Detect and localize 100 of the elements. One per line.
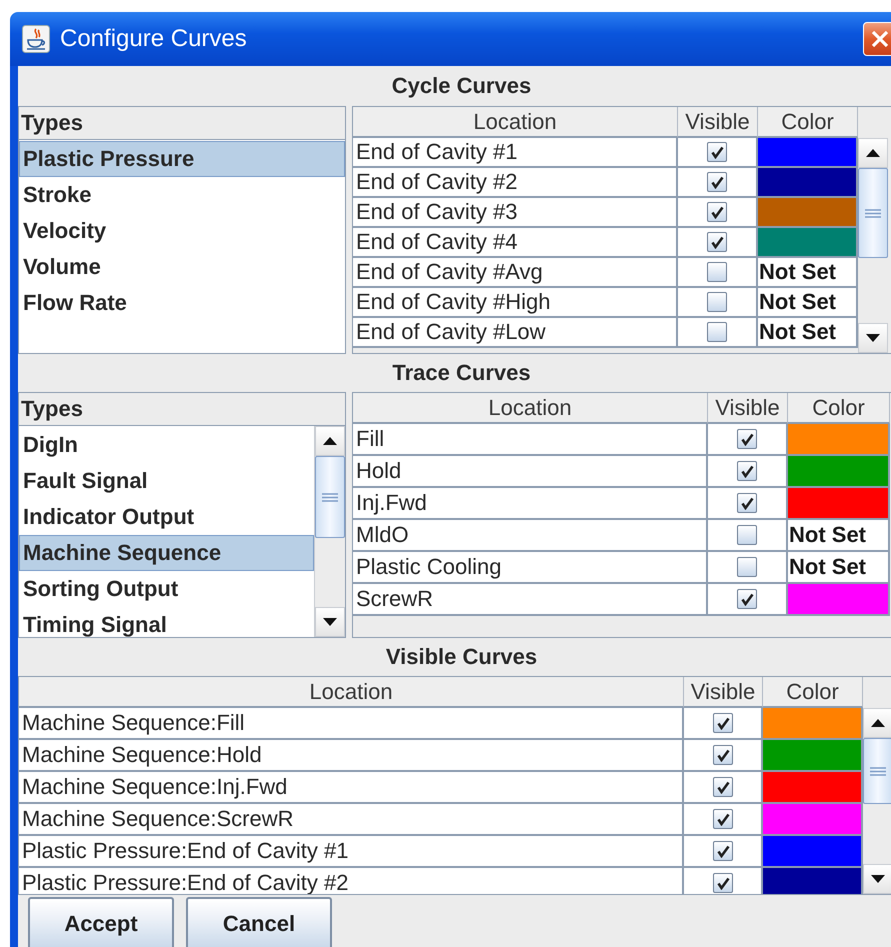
list-item[interactable]: Flow Rate [19, 285, 345, 321]
table-cell: End of Cavity #4 [353, 228, 678, 258]
scroll-down-button[interactable] [858, 323, 888, 353]
table-cell[interactable]: Not Set [758, 288, 858, 318]
color-swatch[interactable] [788, 456, 888, 486]
color-swatch[interactable] [763, 740, 861, 770]
checkbox[interactable] [707, 262, 727, 282]
check-icon [710, 205, 724, 219]
table-cell: Fill [353, 424, 708, 456]
color-swatch[interactable] [788, 488, 888, 518]
table-cell: Machine Sequence:Fill [19, 708, 684, 740]
check-icon [716, 812, 730, 826]
checkbox[interactable] [707, 232, 727, 252]
app-icon [22, 25, 50, 53]
column-header[interactable]: Color [758, 107, 858, 138]
check-icon [716, 780, 730, 794]
check-icon [716, 748, 730, 762]
table-cell: Machine Sequence:Inj.Fwd [19, 772, 684, 804]
checkbox[interactable] [712, 713, 732, 733]
list-item[interactable]: Volume [19, 249, 345, 285]
scroll-down-button[interactable] [863, 864, 891, 894]
table-cell[interactable]: Not Set [758, 258, 858, 288]
down-arrow-icon [323, 618, 337, 626]
checkbox[interactable] [707, 292, 727, 312]
scroll-up-button[interactable] [315, 426, 345, 456]
section-title: Trace Curves [392, 360, 531, 386]
down-arrow-icon [871, 875, 885, 883]
check-icon [740, 496, 754, 510]
checkbox[interactable] [707, 202, 727, 222]
table-cell[interactable]: Not Set [788, 552, 890, 584]
color-swatch[interactable] [788, 584, 888, 614]
table-cell: Inj.Fwd [353, 488, 708, 520]
list-item[interactable]: Machine Sequence [19, 535, 314, 571]
dialog-button[interactable]: Cancel [186, 897, 332, 947]
scroll-thumb[interactable] [315, 456, 345, 538]
color-swatch[interactable] [758, 168, 856, 196]
check-icon [716, 876, 730, 890]
list-item[interactable]: Stroke [19, 177, 345, 213]
list-item[interactable]: Plastic Pressure [19, 141, 345, 177]
checkbox[interactable] [737, 557, 757, 577]
section-title: Visible Curves [386, 644, 538, 670]
table-cell: End of Cavity #High [353, 288, 678, 318]
table-cell[interactable]: Not Set [788, 520, 890, 552]
check-icon [710, 235, 724, 249]
color-swatch[interactable] [763, 772, 861, 802]
checkbox[interactable] [712, 809, 732, 829]
close-button[interactable] [863, 22, 891, 56]
color-swatch[interactable] [763, 836, 861, 866]
up-arrow-icon [871, 719, 885, 727]
column-header[interactable]: Visible [684, 677, 763, 708]
color-swatch[interactable] [758, 198, 856, 226]
checkbox[interactable] [737, 525, 757, 545]
color-swatch[interactable] [763, 868, 861, 894]
scroll-thumb[interactable] [863, 738, 891, 804]
list-item[interactable]: Fault Signal [19, 463, 314, 499]
column-header[interactable]: Color [763, 677, 863, 708]
column-header[interactable]: Location [353, 393, 708, 424]
check-icon [710, 175, 724, 189]
list-item[interactable]: Indicator Output [19, 499, 314, 535]
checkbox[interactable] [712, 841, 732, 861]
checkbox[interactable] [707, 322, 727, 342]
checkbox[interactable] [737, 429, 757, 449]
column-header[interactable]: Location [353, 107, 678, 138]
color-swatch[interactable] [758, 138, 856, 166]
checkbox[interactable] [712, 777, 732, 797]
color-swatch[interactable] [763, 804, 861, 834]
check-icon [740, 432, 754, 446]
checkbox[interactable] [737, 493, 757, 513]
checkbox[interactable] [737, 461, 757, 481]
column-header[interactable]: Color [788, 393, 890, 424]
color-swatch[interactable] [763, 708, 861, 738]
scroll-up-button[interactable] [858, 138, 888, 168]
checkbox[interactable] [737, 589, 757, 609]
table-cell: End of Cavity #Low [353, 318, 678, 348]
list-item[interactable]: Sorting Output [19, 571, 314, 607]
list-item[interactable]: DigIn [19, 427, 314, 463]
color-swatch[interactable] [788, 424, 888, 454]
table-cell: Machine Sequence:ScrewR [19, 804, 684, 836]
grip-icon [870, 766, 886, 776]
color-swatch[interactable] [758, 228, 856, 256]
table-cell[interactable]: Not Set [758, 318, 858, 348]
table-cell: Plastic Cooling [353, 552, 708, 584]
window-title: Configure Curves [60, 25, 248, 53]
grip-icon [322, 492, 338, 502]
check-icon [710, 145, 724, 159]
check-icon [740, 464, 754, 478]
checkbox[interactable] [707, 142, 727, 162]
scroll-up-button[interactable] [863, 708, 891, 738]
checkbox[interactable] [712, 745, 732, 765]
checkbox[interactable] [707, 172, 727, 192]
column-header[interactable]: Visible [678, 107, 758, 138]
column-header[interactable]: Visible [708, 393, 788, 424]
dialog-button[interactable]: Accept [28, 897, 174, 947]
column-header[interactable]: Location [19, 677, 684, 708]
checkbox[interactable] [712, 873, 732, 893]
list-item[interactable]: Velocity [19, 213, 345, 249]
scroll-thumb[interactable] [858, 168, 888, 258]
down-arrow-icon [866, 334, 880, 342]
scroll-down-button[interactable] [315, 607, 345, 637]
list-item[interactable]: Timing Signal [19, 607, 314, 637]
